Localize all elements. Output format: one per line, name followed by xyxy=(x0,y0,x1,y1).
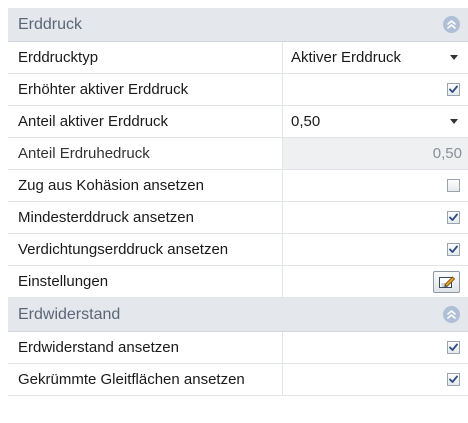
erddrucktyp-dropdown[interactable]: Aktiver Erddruck xyxy=(283,42,468,73)
verdichtungserddruck-checkbox[interactable] xyxy=(447,243,460,256)
anteil-aktiv-dropdown[interactable]: 0,50 xyxy=(283,106,468,137)
row-label: Zug aus Kohäsion ansetzen xyxy=(8,170,283,201)
gekruemmte-gleitflaechen-checkbox[interactable] xyxy=(447,373,460,386)
row-label: Einstellungen xyxy=(8,266,283,297)
row-label: Verdichtungserddruck ansetzen xyxy=(8,234,283,265)
row-gekruemmte-gleitflaechen: Gekrümmte Gleitflächen ansetzen xyxy=(8,364,468,396)
row-verdichtungserddruck: Verdichtungserddruck ansetzen xyxy=(8,234,468,266)
row-anteil-aktiver-erddruck: Anteil aktiver Erddruck 0,50 xyxy=(8,106,468,138)
row-label: Erddrucktyp xyxy=(8,42,283,73)
double-chevron-up-icon[interactable] xyxy=(443,306,460,323)
erdwiderstand-checkbox[interactable] xyxy=(447,341,460,354)
section-header-erdwiderstand[interactable]: Erdwiderstand xyxy=(8,298,468,332)
row-label: Mindesterddruck ansetzen xyxy=(8,202,283,233)
erhoehter-erddruck-checkbox[interactable] xyxy=(447,83,460,96)
mindesterddruck-checkbox[interactable] xyxy=(447,211,460,224)
anteil-erdruhedruck-field: 0,50 xyxy=(283,138,468,169)
dropdown-value: Aktiver Erddruck xyxy=(291,49,402,66)
row-label: Anteil aktiver Erddruck xyxy=(8,106,283,137)
einstellungen-edit-button[interactable] xyxy=(433,270,460,293)
dropdown-arrow-icon[interactable] xyxy=(450,55,458,60)
double-chevron-up-icon[interactable] xyxy=(443,16,460,33)
dropdown-arrow-icon[interactable] xyxy=(450,119,458,124)
section-title: Erddruck xyxy=(18,15,83,33)
row-label: Erhöhter aktiver Erddruck xyxy=(8,74,283,105)
row-label: Erdwiderstand ansetzen xyxy=(8,332,283,363)
dropdown-value: 0,50 xyxy=(291,113,321,130)
section-title: Erdwiderstand xyxy=(18,305,121,323)
row-erdwiderstand-ansetzen: Erdwiderstand ansetzen xyxy=(8,332,468,364)
row-zug-aus-kohaesion: Zug aus Kohäsion ansetzen xyxy=(8,170,468,202)
row-label: Anteil Erdruhedruck xyxy=(8,138,283,169)
row-anteil-erdruhedruck: Anteil Erdruhedruck 0,50 xyxy=(8,138,468,170)
row-mindesterddruck: Mindesterddruck ansetzen xyxy=(8,202,468,234)
row-erddrucktyp: Erddrucktyp Aktiver Erddruck xyxy=(8,42,468,74)
row-label: Gekrümmte Gleitflächen ansetzen xyxy=(8,364,283,395)
section-header-erddruck[interactable]: Erddruck xyxy=(8,8,468,42)
row-einstellungen: Einstellungen xyxy=(8,266,468,298)
row-erhoehter-aktiver-erddruck: Erhöhter aktiver Erddruck xyxy=(8,74,468,106)
property-grid: Erddruck Erddrucktyp Aktiver Erddruck Er… xyxy=(8,8,468,396)
zug-kohaesion-checkbox[interactable] xyxy=(447,179,460,192)
readonly-value: 0,50 xyxy=(432,145,462,162)
edit-pencil-icon xyxy=(438,275,455,288)
